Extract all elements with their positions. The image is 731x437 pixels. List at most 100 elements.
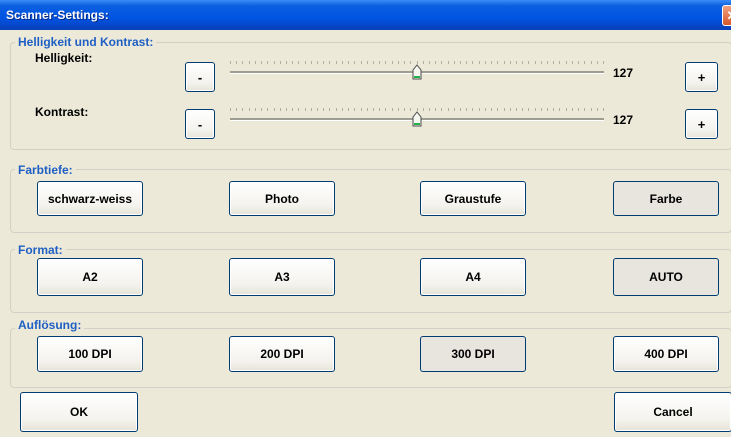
slider-tick <box>522 108 523 111</box>
contrast-value: 127 <box>613 113 634 127</box>
color-depth-option-bw[interactable]: schwarz-weiss <box>37 181 143 216</box>
slider-tick <box>566 61 567 64</box>
slider-tick <box>553 108 554 111</box>
ok-button[interactable]: OK <box>20 392 138 432</box>
slider-tick <box>429 61 430 64</box>
window-title: Scanner-Settings: <box>6 8 109 22</box>
slider-tick <box>255 108 256 111</box>
slider-tick <box>479 61 480 64</box>
slider-thumb[interactable] <box>412 111 422 127</box>
slider-tick <box>410 108 411 111</box>
slider-tick <box>323 61 324 64</box>
slider-tick <box>541 61 542 64</box>
slider-tick <box>516 108 517 111</box>
slider-tick <box>367 61 368 64</box>
slider-tick <box>441 61 442 64</box>
slider-tick <box>305 108 306 111</box>
contrast-increase-button[interactable]: + <box>685 109 718 139</box>
slider-tick <box>528 61 529 64</box>
slider-tick <box>547 61 548 64</box>
slider-tick <box>280 61 281 64</box>
slider-tick <box>566 108 567 111</box>
dialog-body: Helligkeit und Kontrast: Helligkeit: - 1… <box>0 30 731 437</box>
slider-tick <box>423 61 424 64</box>
slider-tick <box>361 61 362 64</box>
slider-tick <box>584 108 585 111</box>
slider-tick <box>242 108 243 111</box>
slider-tick <box>528 108 529 111</box>
slider-tick <box>491 61 492 64</box>
resolution-option-200dpi[interactable]: 200 DPI <box>229 336 335 372</box>
brightness-decrease-button[interactable]: - <box>185 62 215 92</box>
slider-tick <box>547 108 548 111</box>
format-option-auto[interactable]: AUTO <box>613 258 719 296</box>
brightness-increase-button[interactable]: + <box>685 62 718 92</box>
slider-tick <box>342 61 343 64</box>
format-option-a4[interactable]: A4 <box>420 258 526 296</box>
slider-tick <box>336 108 337 111</box>
slider-tick <box>472 108 473 111</box>
slider-tick <box>348 108 349 111</box>
slider-tick <box>466 61 467 64</box>
color-depth-option-grayscale[interactable]: Graustufe <box>420 181 526 216</box>
contrast-slider[interactable] <box>230 107 604 137</box>
brightness-contrast-legend: Helligkeit und Kontrast: <box>15 35 157 49</box>
brightness-slider[interactable] <box>230 60 604 90</box>
brightness-value: 127 <box>613 66 634 80</box>
resolution-legend: Auflösung: <box>15 318 85 332</box>
slider-tick <box>553 61 554 64</box>
slider-tick <box>504 108 505 111</box>
slider-tick <box>286 108 287 111</box>
slider-tick <box>597 61 598 64</box>
slider-tick <box>578 108 579 111</box>
slider-tick <box>354 61 355 64</box>
slider-tick <box>603 108 604 111</box>
slider-tick <box>572 61 573 64</box>
slider-tick <box>454 108 455 111</box>
slider-tick <box>423 108 424 111</box>
slider-tick <box>261 108 262 111</box>
slider-tick <box>379 61 380 64</box>
brightness-label: Helligkeit: <box>35 51 93 65</box>
close-button[interactable]: ✕ <box>722 5 731 26</box>
slider-tick <box>572 108 573 111</box>
slider-tick <box>336 61 337 64</box>
format-option-a3[interactable]: A3 <box>229 258 335 296</box>
color-depth-option-photo[interactable]: Photo <box>229 181 335 216</box>
slider-tick <box>274 61 275 64</box>
slider-tick <box>504 61 505 64</box>
slider-thumb[interactable] <box>412 64 422 80</box>
slider-tick <box>292 108 293 111</box>
slider-tick <box>479 108 480 111</box>
resolution-option-400dpi[interactable]: 400 DPI <box>613 336 719 372</box>
resolution-option-300dpi[interactable]: 300 DPI <box>420 336 526 372</box>
slider-tick <box>522 61 523 64</box>
slider-tick <box>559 108 560 111</box>
slider-tick <box>559 61 560 64</box>
slider-tick <box>591 108 592 111</box>
slider-tick <box>466 108 467 111</box>
color-depth-option-color[interactable]: Farbe <box>613 181 719 216</box>
slider-tick <box>535 108 536 111</box>
slider-tick <box>385 108 386 111</box>
slider-tick <box>317 61 318 64</box>
slider-tick <box>441 108 442 111</box>
cancel-button[interactable]: Cancel <box>614 392 731 432</box>
slider-tick <box>317 108 318 111</box>
slider-tick <box>510 108 511 111</box>
close-icon: ✕ <box>727 8 731 23</box>
slider-tick <box>460 108 461 111</box>
slider-tick <box>448 61 449 64</box>
slider-tick <box>230 108 231 111</box>
slider-tick <box>485 61 486 64</box>
slider-tick <box>298 61 299 64</box>
slider-tick <box>305 61 306 64</box>
slider-tick <box>348 61 349 64</box>
slider-tick <box>460 61 461 64</box>
slider-tick <box>311 108 312 111</box>
slider-tick <box>454 61 455 64</box>
format-option-a2[interactable]: A2 <box>37 258 143 296</box>
contrast-decrease-button[interactable]: - <box>185 109 215 139</box>
resolution-option-100dpi[interactable]: 100 DPI <box>37 336 143 372</box>
slider-tick <box>236 61 237 64</box>
